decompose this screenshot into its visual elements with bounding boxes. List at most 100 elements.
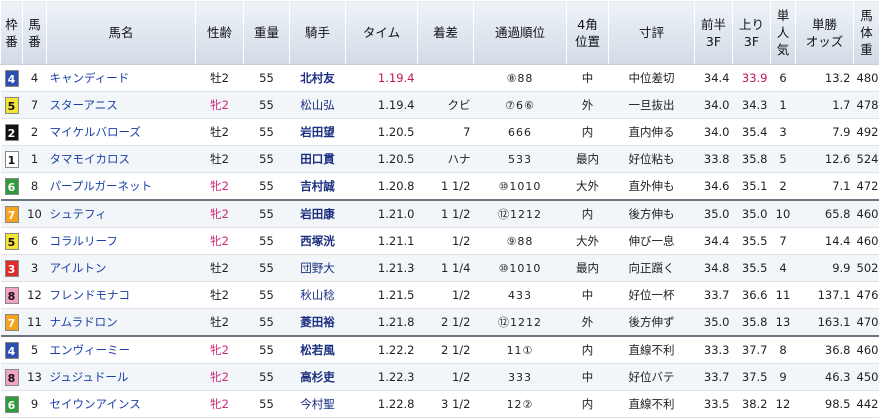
body-weight: 492: [853, 118, 879, 146]
jockey-link[interactable]: 高杉吏: [289, 363, 346, 391]
first-3f: 34.4: [694, 64, 733, 92]
table-row[interactable]: 7 11 ナムラドロン 牡2 55 菱田裕 1.21.8 2 1/2 ⑫1212 外後方伸ず 35.…: [0, 308, 879, 337]
jockey-link[interactable]: 今村聖: [289, 390, 346, 418]
table-row[interactable]: 5 6 コラルリーフ 牝2 55 西塚洸 1.21.1 1/2 ⑨88 大外 伸び一息 34.4 35.…: [0, 227, 879, 255]
waku-badge: 1: [4, 150, 19, 168]
horse-name-link[interactable]: セイウンアインス: [46, 390, 196, 418]
horse-name-link[interactable]: フレンドモナコ: [46, 281, 196, 309]
horse-name-link[interactable]: コラルリーフ: [46, 227, 196, 255]
jockey-link[interactable]: 松若風: [289, 335, 346, 364]
corner-position: 中: [566, 363, 609, 391]
popularity: 8: [770, 335, 796, 364]
passing-order: ⑫1212: [473, 199, 567, 228]
header-umaban: 馬番: [22, 0, 47, 65]
corner-position: 内: [566, 199, 609, 228]
horse-number: 5: [22, 335, 47, 364]
race-comment: 直線不利: [608, 390, 695, 418]
horse-name-link[interactable]: ジュジュドール: [46, 363, 196, 391]
margin: クビ: [417, 91, 474, 119]
finish-time: 1.22.8: [345, 390, 418, 418]
win-odds: 1.7: [795, 91, 854, 119]
popularity: 10: [770, 199, 796, 228]
waku-badge: 4: [4, 341, 19, 359]
header-jockey: 騎手: [289, 0, 346, 65]
win-odds: 46.3: [795, 363, 854, 391]
win-odds: 13.2: [795, 64, 854, 92]
win-odds: 36.8: [795, 335, 854, 364]
table-row[interactable]: 6 9 セイウンアインス 牝2 55 今村聖 1.22.8 3 1/2 12② 内直線不利 33.5…: [0, 390, 879, 418]
finish-time: 1.21.5: [345, 281, 418, 309]
horse-name-link[interactable]: タマモイカロス: [46, 145, 196, 173]
jockey-link[interactable]: 松山弘: [289, 91, 346, 119]
finish-time: 1.21.3: [345, 254, 418, 282]
last-3f: 33.9: [732, 64, 771, 92]
table-row[interactable]: 6 8 パープルガーネット 牝2 55 吉村誠 1.20.8 1 1/2 ⑩1010 大外 直外伸も…: [0, 172, 879, 201]
sex-age: 牡2: [195, 64, 244, 92]
header-time: タイム: [345, 0, 418, 65]
horse-name-link[interactable]: ナムラドロン: [46, 308, 196, 337]
win-odds: 98.5: [795, 390, 854, 418]
carried-weight: 55: [243, 254, 290, 282]
race-comment: 中位差切: [608, 64, 695, 92]
table-row[interactable]: 7 10 シュテフィ 牝2 55 岩田康 1.21.0 1 1/2 ⑫1212 内後方伸も 35.0…: [0, 199, 879, 228]
header-passing: 通過順位: [473, 0, 567, 65]
horse-name-link[interactable]: アイルトン: [46, 254, 196, 282]
margin: 2 1/2: [417, 335, 474, 364]
header-horse: 馬名: [46, 0, 196, 65]
popularity: 11: [770, 281, 796, 309]
popularity: 7: [770, 227, 796, 255]
jockey-link[interactable]: 秋山稔: [289, 281, 346, 309]
sex-age: 牡2: [195, 281, 244, 309]
win-odds: 65.8: [795, 199, 854, 228]
finish-time: 1.22.3: [345, 363, 418, 391]
corner-position: 外: [566, 308, 609, 337]
horse-name-link[interactable]: シュテフィ: [46, 199, 196, 228]
horse-name-link[interactable]: キャンディード: [46, 64, 196, 92]
horse-name-link[interactable]: マイケルバローズ: [46, 118, 196, 146]
waku-badge: 8: [4, 368, 19, 386]
table-row[interactable]: 2 2 マイケルバローズ 牡2 55 岩田望 1.20.5 7 666 内直内伸る 34.0 35.4…: [0, 118, 879, 146]
race-comment: 後方伸も: [608, 199, 695, 228]
last-3f: 35.4: [732, 118, 771, 146]
popularity: 12: [770, 390, 796, 418]
jockey-link[interactable]: 岩田望: [289, 118, 346, 146]
table-row[interactable]: 4 5 エンヴィーミー 牝2 55 松若風 1.22.2 2 1/2 11① 内直線不利 33.3 3…: [0, 335, 879, 364]
race-result-table: 枠番馬番馬名 性齢 重量 騎手 タイム 着差 通過順位 4角 位置 寸評 前半 3F 上り 3F 単人気単勝…: [0, 0, 879, 418]
jockey-link[interactable]: 田口貫: [289, 145, 346, 173]
sex-age: 牝2: [195, 199, 244, 228]
carried-weight: 55: [243, 308, 290, 337]
body-weight: 524: [853, 145, 879, 173]
margin: 3 1/2: [417, 390, 474, 418]
horse-name-link[interactable]: パープルガーネット: [46, 172, 196, 201]
table-row[interactable]: 1 1 タマモイカロス 牡2 55 田口貫 1.20.5 ハナ 533 最内 好位粘も 33.8 35.…: [0, 145, 879, 173]
body-weight: 472: [853, 172, 879, 201]
table-row[interactable]: 4 4 キャンディード 牡2 55 北村友 1.19.4 ⑧88 中中位差切 34.4 33.9 6 1…: [0, 64, 879, 92]
waku-badge: 6: [4, 395, 19, 413]
table-row[interactable]: 8 13 ジュジュドール 牝2 55 高杉吏 1.22.3 1/2 333 中好位バテ 33.7 37…: [0, 363, 879, 391]
jockey-link[interactable]: 菱田裕: [289, 308, 346, 337]
jockey-link[interactable]: 岩田康: [289, 199, 346, 228]
waku-cell: 4: [0, 335, 23, 364]
jockey-link[interactable]: 吉村誠: [289, 172, 346, 201]
sex-age: 牝2: [195, 335, 244, 364]
carried-weight: 55: [243, 199, 290, 228]
margin: 1 1/2: [417, 199, 474, 228]
jockey-link[interactable]: 西塚洸: [289, 227, 346, 255]
popularity: 5: [770, 145, 796, 173]
body-weight: 442: [853, 390, 879, 418]
race-comment: 好位一杯: [608, 281, 695, 309]
horse-name-link[interactable]: スターアニス: [46, 91, 196, 119]
horse-name-link[interactable]: エンヴィーミー: [46, 335, 196, 364]
sex-age: 牝2: [195, 363, 244, 391]
body-weight: 480: [853, 64, 879, 92]
horse-number: 1: [22, 145, 47, 173]
table-row[interactable]: 8 12 フレンドモナコ 牡2 55 秋山稔 1.21.5 1/2 433 中好位一杯 33.7 36…: [0, 281, 879, 309]
table-row[interactable]: 3 3 アイルトン 牡2 55 団野大 1.21.3 1 1/4 ⑩1010 最内 向正躓く 34.8…: [0, 254, 879, 282]
jockey-link[interactable]: 北村友: [289, 64, 346, 92]
last-3f: 35.8: [732, 308, 771, 337]
jockey-link[interactable]: 団野大: [289, 254, 346, 282]
corner-position: 大外: [566, 172, 609, 201]
carried-weight: 55: [243, 64, 290, 92]
carried-weight: 55: [243, 145, 290, 173]
table-row[interactable]: 5 7 スターアニス 牝2 55 松山弘 1.19.4 クビ ⑦6⑥ 外一旦抜出 34.0 34.3 1…: [0, 91, 879, 119]
